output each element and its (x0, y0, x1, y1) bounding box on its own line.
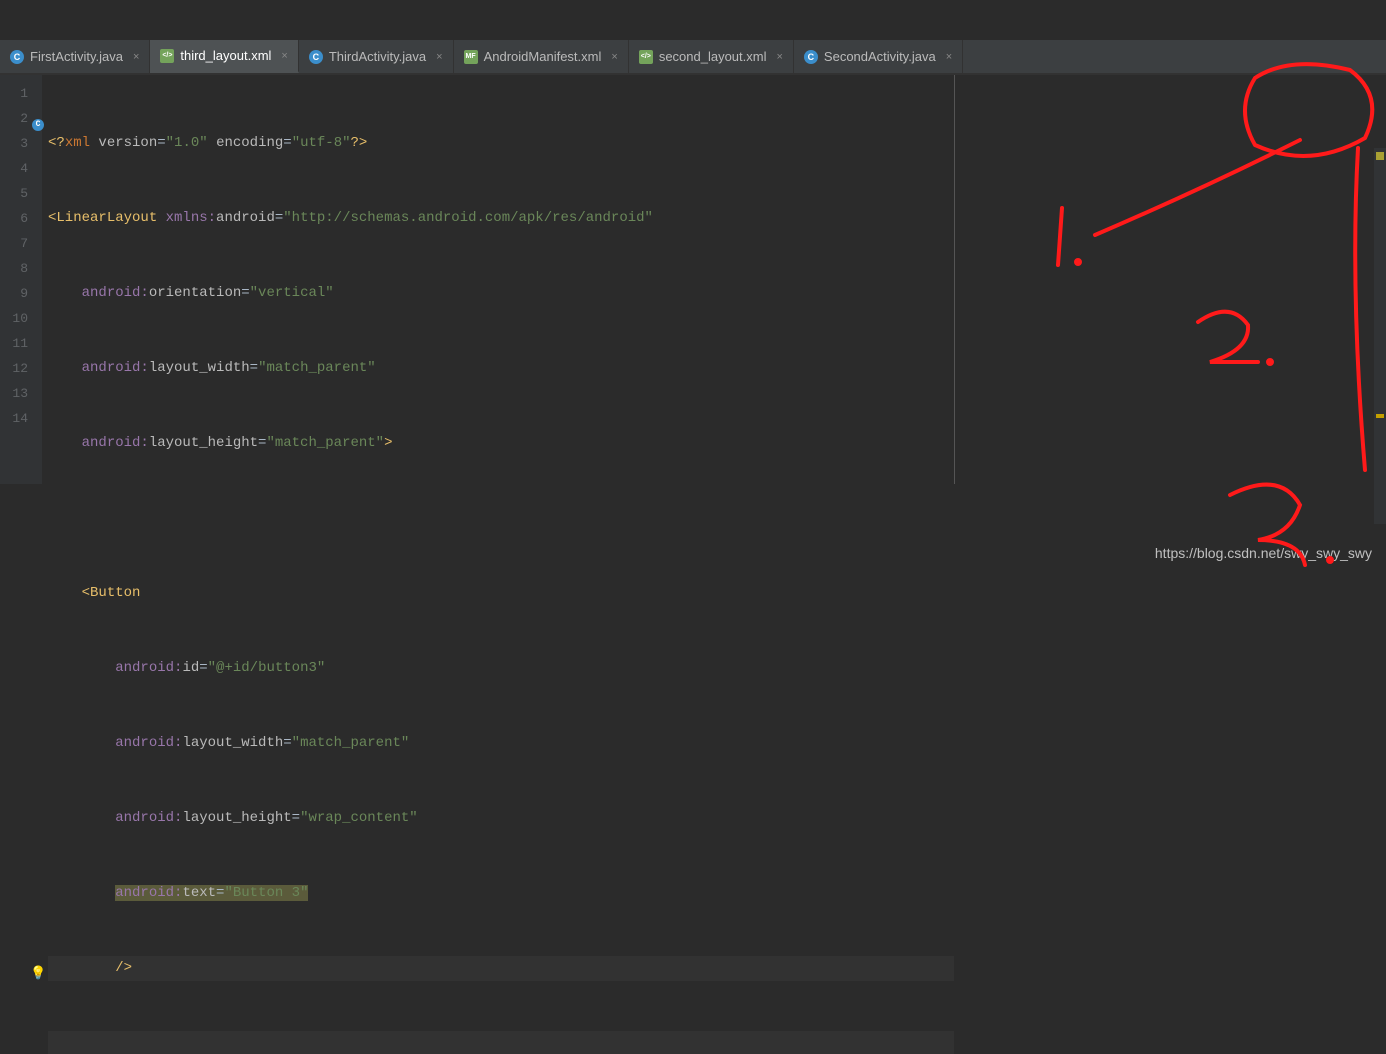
line-number: 3 (0, 131, 42, 156)
watermark-text: https://blog.csdn.net/swy_swy_swy (1155, 545, 1372, 561)
close-icon[interactable]: × (432, 51, 442, 63)
error-stripe[interactable] (1374, 148, 1386, 524)
line-number: 11 (0, 331, 42, 356)
xml-string: "vertical" (250, 285, 334, 301)
xml-ns: android: (115, 735, 182, 751)
line-number: 13 (0, 381, 42, 406)
manifest-file-icon: MF (464, 50, 478, 64)
java-file-icon: C (309, 50, 323, 64)
close-icon[interactable]: × (942, 51, 952, 63)
xml-string: "wrap_content" (300, 810, 418, 826)
xml-attr: orientation (149, 285, 241, 301)
close-icon[interactable]: × (607, 51, 617, 63)
xml-attr: text (182, 885, 216, 901)
xml-attr: layout_height (182, 810, 291, 826)
tab-label: FirstActivity.java (30, 49, 123, 64)
xml-string: "1.0" (166, 135, 208, 151)
tab-android-manifest[interactable]: MF AndroidManifest.xml × (454, 40, 629, 73)
line-number: 10 (0, 306, 42, 331)
layout-preview-pane[interactable] (954, 75, 1386, 484)
xml-attr: id (182, 660, 199, 676)
close-icon[interactable]: × (129, 51, 139, 63)
xml-file-icon: </> (160, 49, 174, 63)
xml-string: "utf-8" (292, 135, 351, 151)
xml-attr: android (216, 210, 275, 226)
close-icon[interactable]: × (772, 51, 782, 63)
tab-label: SecondActivity.java (824, 49, 936, 64)
tab-third-activity[interactable]: C ThirdActivity.java × (299, 40, 454, 73)
xml-ns: android: (115, 885, 182, 901)
code-editor: 1 2C 3 4 5 6 7 8 9 10 11 12 13 14 <?xml … (0, 74, 1386, 484)
line-number: 5 (0, 181, 42, 206)
line-number-gutter: 1 2C 3 4 5 6 7 8 9 10 11 12 13 14 (0, 75, 42, 484)
line-number: 8 (0, 256, 42, 281)
java-file-icon: C (10, 50, 24, 64)
intention-bulb-icon[interactable]: 💡 (30, 961, 46, 986)
tab-second-activity[interactable]: C SecondActivity.java × (794, 40, 963, 73)
xml-string: "@+id/button3" (208, 660, 326, 676)
line-number: 12 (0, 356, 42, 381)
line-number: 1 (0, 81, 42, 106)
xml-ns: android: (82, 285, 149, 301)
xml-attr: layout_width (182, 735, 283, 751)
line-number: 6 (0, 206, 42, 231)
xml-attr: layout_height (149, 435, 258, 451)
xml-string: "Button 3" (224, 885, 308, 901)
xml-string: "match_parent" (258, 360, 376, 376)
tab-label: AndroidManifest.xml (484, 49, 602, 64)
line-number: 14 (0, 406, 42, 431)
line-number: 7 (0, 231, 42, 256)
xml-pi: ?> (351, 135, 368, 151)
xml-tag: Button (90, 585, 140, 601)
xml-string: "http://schemas.android.com/apk/res/andr… (283, 210, 653, 226)
xml-attr: layout_width (149, 360, 250, 376)
tab-label: second_layout.xml (659, 49, 767, 64)
xml-kw: xml (65, 135, 99, 151)
xml-ns: android: (115, 810, 182, 826)
line-number: 9 (0, 281, 42, 306)
xml-attr: encoding (216, 135, 283, 151)
xml-string: "match_parent" (292, 735, 410, 751)
xml-attr: version (98, 135, 157, 151)
xml-ns: android: (82, 435, 149, 451)
xml-tag: /> (115, 960, 132, 976)
xml-ns: android: (82, 360, 149, 376)
line-number: 4 (0, 156, 42, 181)
tab-second-layout[interactable]: </> second_layout.xml × (629, 40, 794, 73)
xml-string: "match_parent" (266, 435, 384, 451)
warning-marker[interactable] (1376, 414, 1384, 418)
tab-label: third_layout.xml (180, 48, 271, 63)
xml-tag: LinearLayout (56, 210, 165, 226)
code-content[interactable]: <?xml version="1.0" encoding="utf-8"?> <… (42, 75, 954, 484)
tab-label: ThirdActivity.java (329, 49, 426, 64)
close-icon[interactable]: × (277, 50, 287, 62)
editor-tab-bar: C FirstActivity.java × </> third_layout.… (0, 40, 1386, 74)
warning-marker[interactable] (1376, 152, 1384, 160)
xml-ns: xmlns: (166, 210, 216, 226)
xml-pi: <? (48, 135, 65, 151)
java-file-icon: C (804, 50, 818, 64)
xml-file-icon: </> (639, 50, 653, 64)
tab-first-activity[interactable]: C FirstActivity.java × (0, 40, 150, 73)
tab-third-layout[interactable]: </> third_layout.xml × (150, 40, 298, 73)
line-number: 2C (0, 106, 42, 131)
xml-ns: android: (115, 660, 182, 676)
